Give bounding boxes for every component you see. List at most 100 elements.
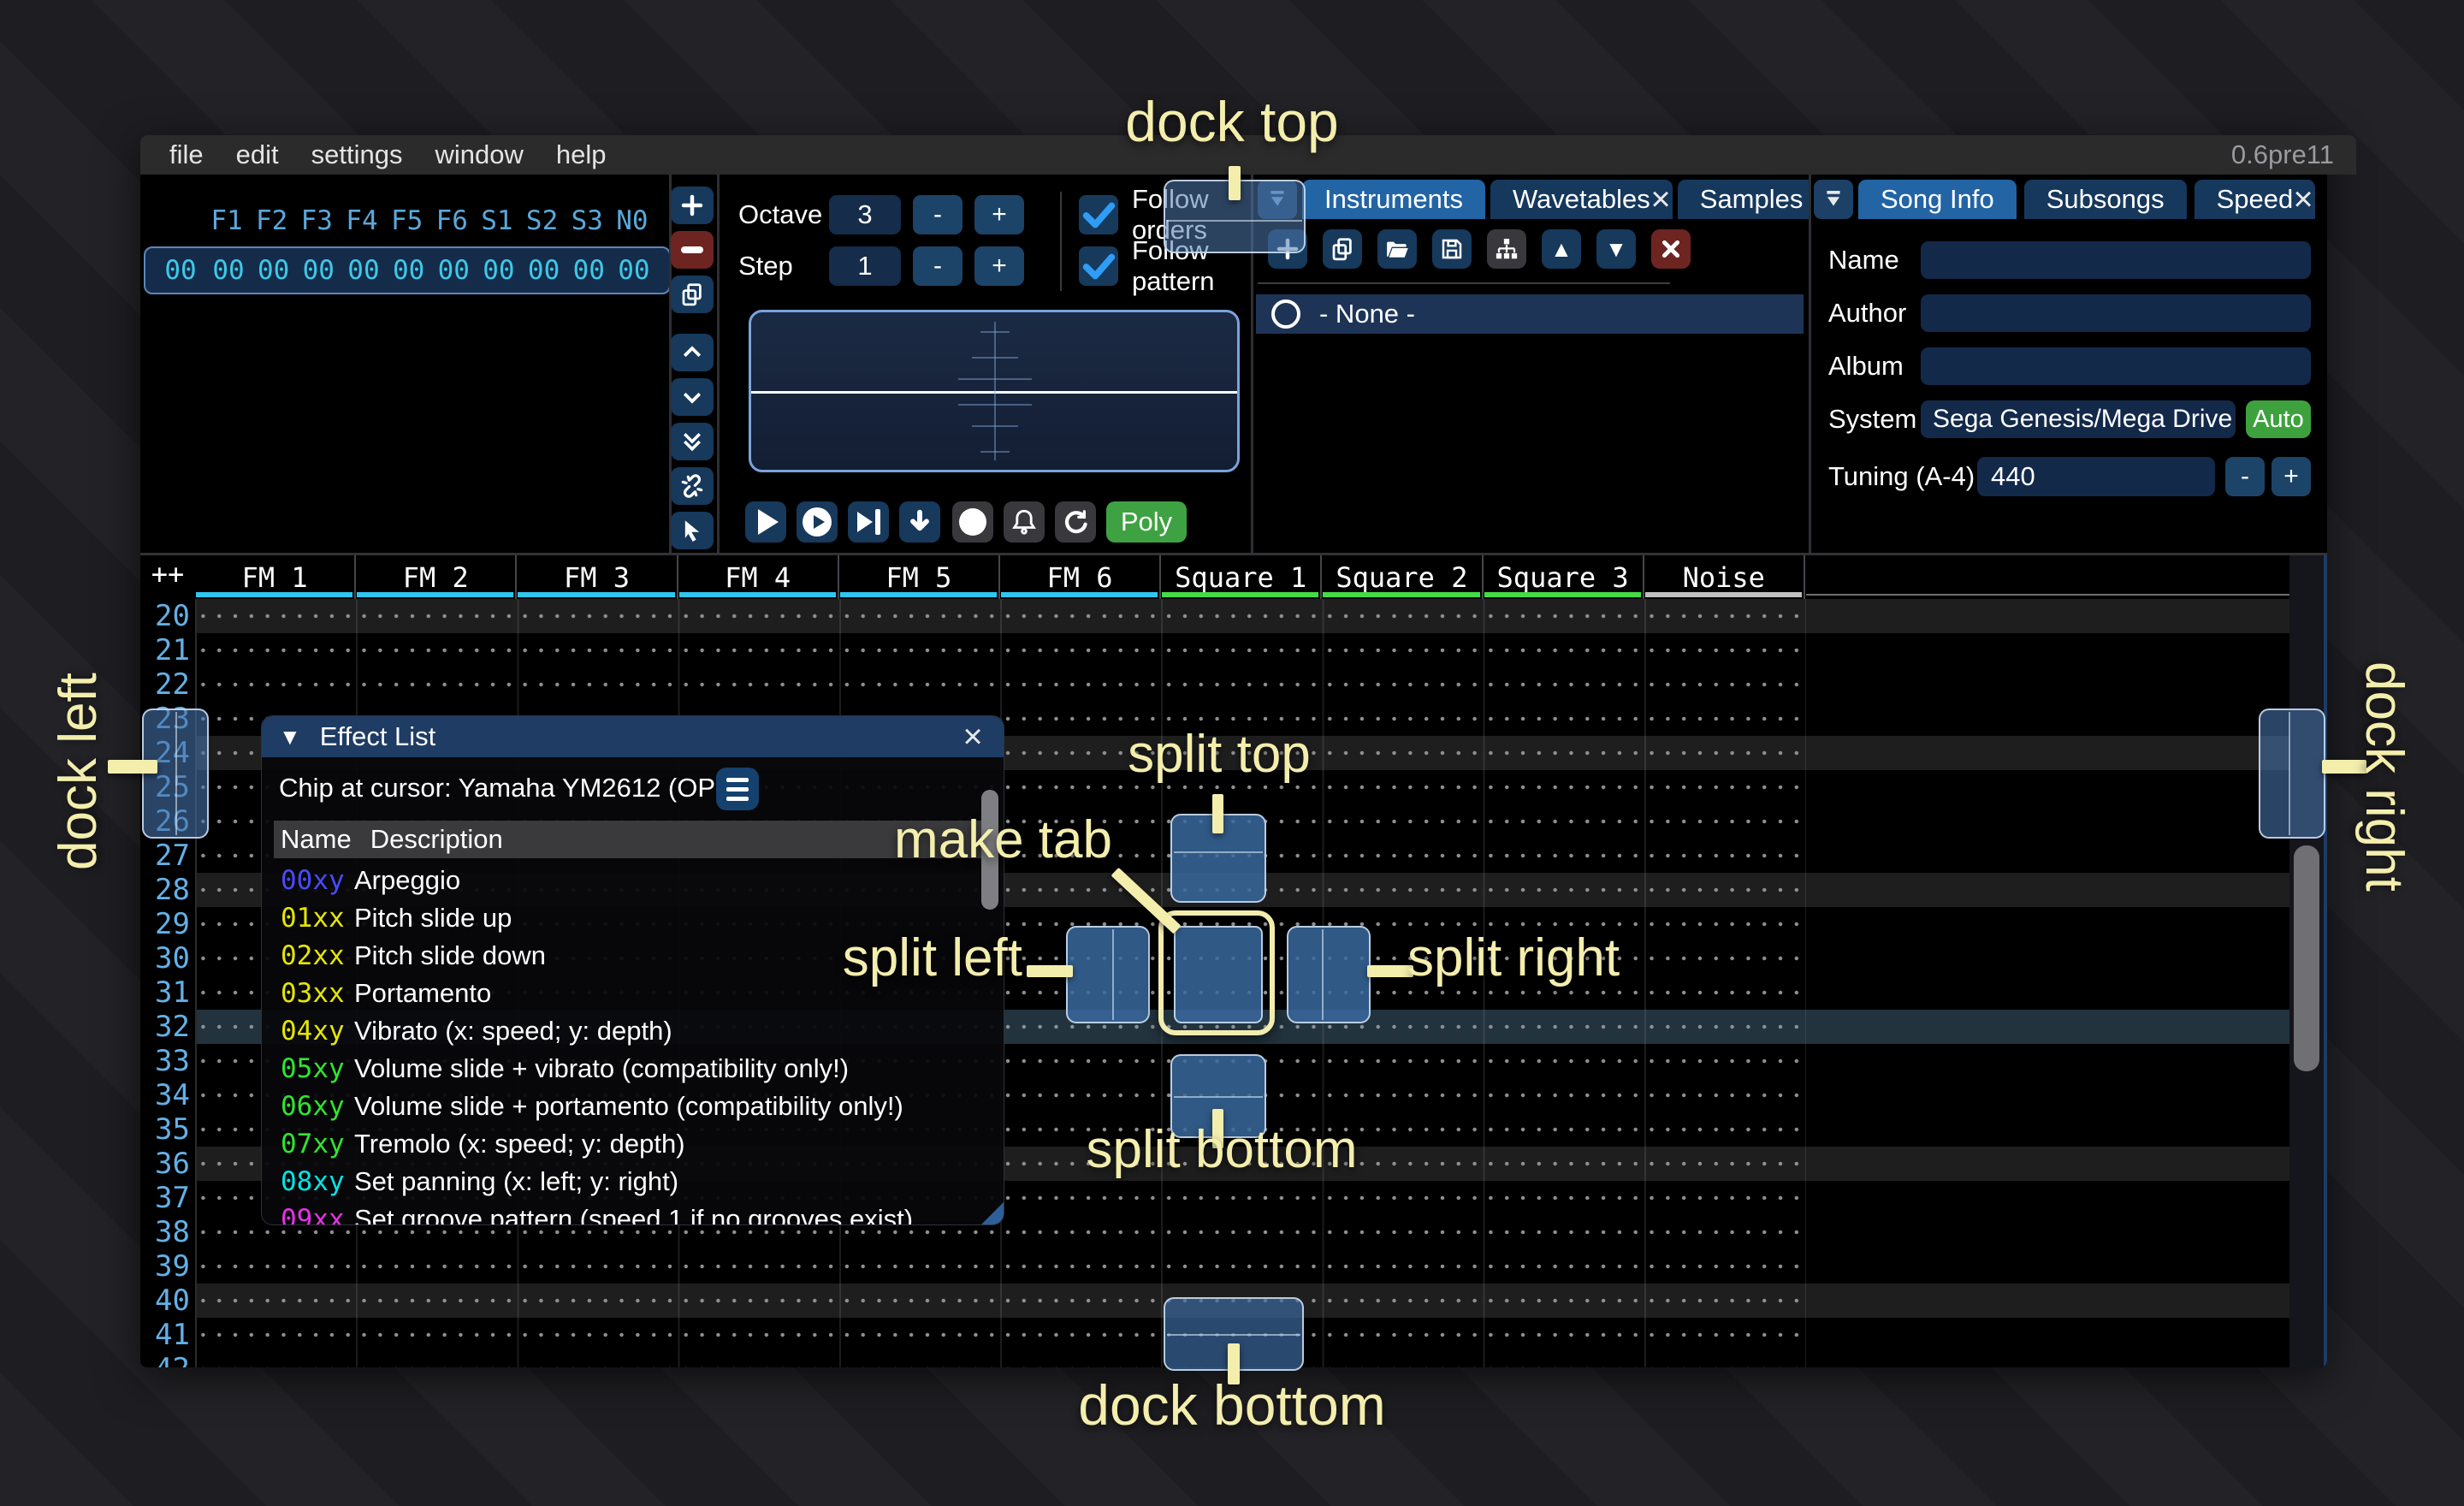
channel-name: FM 2 [403,561,469,594]
step-minus-button[interactable]: - [913,246,962,286]
channel-header[interactable]: FM 1 [195,555,356,599]
tuning-minus-button[interactable]: - [2225,457,2265,496]
song-info-tab[interactable]: Song Info [1858,180,2017,219]
effect-row[interactable]: 07xy Tremolo (x: speed; y: depth) [262,1125,1004,1163]
instrument-save-button[interactable] [1432,229,1472,269]
effect-list-menu-button[interactable] [716,768,759,810]
octave-value[interactable]: 3 [829,195,901,234]
channel-header[interactable]: Square 2 [1322,555,1483,599]
channel-header[interactable]: FM 5 [839,555,1000,599]
effect-row[interactable]: 05xy Volume slide + vibrato (compatibili… [262,1050,1004,1088]
octave-minus-button[interactable]: - [913,195,962,234]
oscilloscope[interactable] [749,310,1240,472]
play-button[interactable] [745,501,786,543]
split-target-right[interactable] [1287,926,1371,1023]
channel-header[interactable]: Square 3 [1484,555,1644,599]
play-from-cursor-button[interactable] [848,501,889,543]
order-cell[interactable]: 00 [297,255,340,286]
pattern-row[interactable]: 39 [140,1249,2289,1284]
effect-row[interactable]: 04xy Vibrato (x: speed; y: depth) [262,1012,1004,1050]
name-field[interactable] [1921,241,2311,279]
split-target-left[interactable] [1066,926,1150,1023]
instruments-close-button[interactable]: × [1641,180,1680,219]
follow-pattern-checkbox[interactable] [1079,246,1118,286]
effect-list-titlebar[interactable]: ▼ Effect List × [262,716,1004,757]
scrollbar-thumb[interactable] [2294,845,2319,1071]
effect-row[interactable]: 08xy Set panning (x: left; y: right) [262,1163,1004,1201]
menu-item[interactable]: edit [236,139,279,170]
order-cell[interactable]: 00 [207,255,250,286]
order-cell[interactable]: 00 [252,255,295,286]
poly-mono-button[interactable]: Poly [1106,501,1187,543]
order-edit-mode-button[interactable] [671,512,714,549]
order-move-up-button[interactable] [671,334,714,371]
instrument-delete-button[interactable] [1651,229,1691,269]
step-one-row-button[interactable] [899,501,940,543]
tuning-plus-button[interactable]: + [2272,457,2311,496]
follow-orders-checkbox[interactable] [1079,195,1118,234]
order-cell[interactable]: 00 [388,255,430,286]
effect-list-close-button[interactable]: × [954,716,992,757]
menu-item[interactable]: settings [311,139,403,170]
instruments-tab[interactable]: Instruments [1302,180,1485,219]
instrument-open-button[interactable] [1377,229,1417,269]
description-column-header[interactable]: Description [370,824,503,855]
metronome-button[interactable] [1004,501,1045,543]
system-field[interactable]: Sega Genesis/Mega Drive [1921,400,2236,438]
order-cell[interactable]: 00 [523,255,566,286]
order-cell[interactable]: 00 [342,255,385,286]
order-add-button[interactable] [671,187,714,224]
step-plus-button[interactable]: + [974,246,1024,286]
instruments-tab[interactable]: Samples [1678,180,1826,219]
order-duplicate-button[interactable] [671,276,714,313]
order-duplicate-end-button[interactable] [671,423,714,460]
channel-header[interactable]: Noise [1644,555,1805,599]
menu-item[interactable]: help [556,139,607,170]
instrument-move-up-button[interactable]: ▲ [1542,229,1581,269]
channel-header[interactable]: FM 4 [678,555,839,599]
instrument-move-down-button[interactable]: ▼ [1596,229,1636,269]
channel-header[interactable]: FM 3 [517,555,678,599]
channel-header[interactable]: FM 2 [356,555,517,599]
instrument-folder-view-button[interactable] [1487,229,1526,269]
pattern-row[interactable]: 22 [140,667,2289,702]
tuning-field[interactable]: 440 [1977,457,2215,496]
order-cell[interactable]: 00 [613,255,655,286]
name-column-header[interactable]: Name [281,824,352,855]
menu-item[interactable]: file [169,139,204,170]
play-pattern-button[interactable] [797,501,838,543]
instrument-duplicate-button[interactable] [1323,229,1362,269]
add-channel-button[interactable]: ++ [140,555,195,593]
order-move-down-button[interactable] [671,378,714,416]
system-auto-button[interactable]: Auto [2246,400,2311,438]
window-collapse-icon[interactable]: ▼ [279,724,301,750]
pattern-row[interactable]: 20 [140,599,2289,633]
channel-header[interactable]: FM 6 [1000,555,1161,599]
menu-item[interactable]: window [435,139,523,170]
octave-plus-button[interactable]: + [974,195,1024,234]
pattern-scrollbar[interactable] [2289,555,2324,1367]
record-button[interactable] [952,501,993,543]
pattern-row[interactable]: 21 [140,633,2289,667]
channel-header[interactable]: Square 1 [1161,555,1322,599]
order-deep-clone-button[interactable] [671,467,714,505]
order-remove-button[interactable] [671,231,714,269]
effect-row[interactable]: 09xx Set groove pattern (speed 1 if no g… [262,1201,1004,1224]
orders-selected-row[interactable]: 00 00000000000000000000 [144,246,671,294]
effect-row[interactable]: 06xy Volume slide + portamento (compatib… [262,1088,1004,1125]
repeat-pattern-button[interactable] [1055,501,1096,543]
step-value[interactable]: 1 [829,246,901,286]
author-field[interactable] [1921,294,2311,332]
dock-target-right[interactable] [2259,709,2325,839]
instrument-list-selected-row[interactable]: - None - [1256,294,1804,334]
song-info-close-button[interactable]: × [2283,180,2323,219]
make-tab-target[interactable] [1174,926,1263,1023]
album-field[interactable] [1921,347,2311,385]
order-cell[interactable]: 00 [477,255,520,286]
order-cell[interactable]: 00 [567,255,610,286]
song-info-tab[interactable]: Subsongs [2024,180,2187,219]
order-cell[interactable]: 00 [432,255,475,286]
song-info-collapse-button[interactable] [1814,180,1853,219]
dock-target-left[interactable] [142,709,209,839]
resize-grip[interactable] [981,1202,1004,1224]
